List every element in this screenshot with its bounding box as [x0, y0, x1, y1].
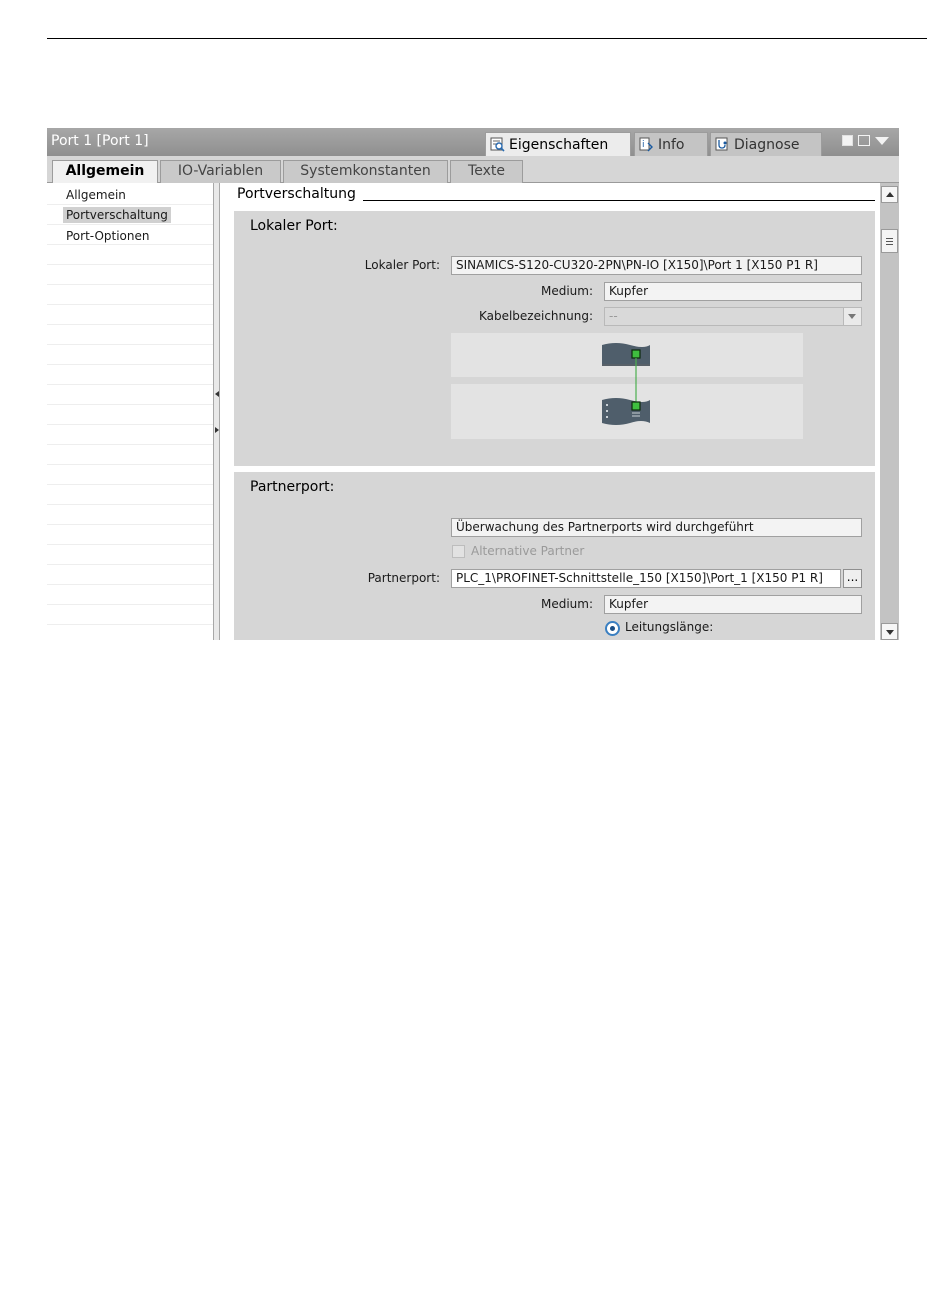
scroll-thumb[interactable] [881, 229, 898, 253]
info-icon: i [639, 137, 654, 152]
tab-allgemein[interactable]: Allgemein [52, 160, 158, 184]
nav-row-divider [47, 364, 213, 365]
partner-port-title: Partnerport: [250, 479, 335, 495]
cable-designation-value: -- [609, 309, 618, 323]
section-title-rule [363, 200, 875, 201]
tab-eigenschaften-label: Eigenschaften [509, 136, 609, 153]
local-port-title: Lokaler Port: [250, 218, 338, 234]
local-medium-field[interactable]: Kupfer [604, 282, 862, 301]
nav-row-divider [47, 424, 213, 425]
partner-medium-field[interactable]: Kupfer [604, 595, 862, 614]
properties-icon [490, 137, 505, 152]
inspector-window: Port 1 [Port 1] Eigenschaften i Info Dia… [47, 128, 899, 640]
scroll-grip [886, 238, 893, 239]
page-top-rule [47, 38, 927, 39]
nav-row-divider [47, 404, 213, 405]
partner-port-label: Partnerport: [367, 571, 440, 585]
port-topology-graphic [602, 343, 650, 425]
cable-length-label: Leitungslänge: [625, 620, 714, 634]
section-title: Portverschaltung [237, 186, 356, 202]
partner-port-field[interactable]: PLC_1\PROFINET-Schnittstelle_150 [X150]\… [451, 569, 841, 588]
tab-info[interactable]: i Info [634, 132, 708, 156]
vertical-scrollbar[interactable] [880, 183, 899, 640]
inspector-title-bar: Port 1 [Port 1] Eigenschaften i Info Dia… [47, 128, 899, 156]
tab-info-label: Info [658, 136, 685, 153]
alternative-partner-checkbox[interactable] [452, 545, 465, 558]
nav-row-divider [47, 444, 213, 445]
nav-row-divider [47, 624, 213, 625]
collapse-down-icon[interactable] [875, 137, 889, 145]
local-port-field[interactable]: SINAMICS-S120-CU320-2PN\PN-IO [X150]\Por… [451, 256, 862, 275]
nav-row-divider [47, 604, 213, 605]
nav-row-divider [47, 464, 213, 465]
nav-row-divider [47, 504, 213, 505]
local-port-group: Lokaler Port: Lokaler Port: SINAMICS-S12… [234, 211, 875, 466]
partner-medium-label: Medium: [540, 597, 593, 611]
nav-row-divider [47, 384, 213, 385]
nav-item-port-optionen[interactable]: Port-Optionen [63, 228, 153, 244]
cable-designation-combo[interactable]: -- [604, 307, 862, 326]
diagnostics-icon [715, 137, 730, 152]
window-controls [842, 135, 889, 146]
browse-partner-button[interactable]: ... [843, 569, 862, 588]
tab-texte[interactable]: Texte [450, 160, 523, 183]
expand-right-icon[interactable] [215, 427, 219, 433]
tab-diagnose-label: Diagnose [734, 136, 800, 153]
svg-text:i: i [642, 140, 645, 150]
tab-systemkonstanten[interactable]: Systemkonstanten [283, 160, 448, 183]
partner-port-group: Partnerport: Überwachung des Partnerport… [234, 472, 875, 640]
tab-diagnose[interactable]: Diagnose [710, 132, 822, 156]
cable-length-radio[interactable] [605, 621, 620, 636]
pane-splitter[interactable] [213, 183, 220, 640]
nav-row-divider [47, 324, 213, 325]
scroll-grip [886, 244, 893, 245]
tab-eigenschaften[interactable]: Eigenschaften [485, 132, 631, 156]
navigation-tree: Allgemein Portverschaltung Port-Optionen [47, 183, 213, 640]
partner-monitoring-field: Überwachung des Partnerports wird durchg… [451, 518, 862, 537]
alternative-partner-label: Alternative Partner [471, 544, 585, 558]
maximize-icon[interactable] [858, 135, 870, 146]
nav-row-divider [47, 304, 213, 305]
nav-row-divider [47, 584, 213, 585]
nav-row-divider [47, 264, 213, 265]
nav-item-portverschaltung[interactable]: Portverschaltung [63, 207, 171, 223]
chevron-down-icon[interactable] [843, 308, 861, 325]
window-title: Port 1 [Port 1] [51, 133, 149, 149]
float-window-icon[interactable] [842, 135, 853, 146]
scroll-grip [886, 241, 893, 242]
local-port-label: Lokaler Port: [364, 258, 440, 272]
scroll-down-icon[interactable] [881, 623, 898, 640]
nav-row-divider [47, 344, 213, 345]
nav-row-divider [47, 484, 213, 485]
properties-content: Portverschaltung Lokaler Port: Lokaler P… [220, 183, 880, 640]
tab-io-variablen[interactable]: IO-Variablen [160, 160, 281, 183]
nav-row-divider [47, 244, 213, 245]
nav-row-divider [47, 564, 213, 565]
nav-row-divider [47, 204, 213, 205]
nav-row-divider [47, 524, 213, 525]
nav-row-divider [47, 284, 213, 285]
main-tab-bar: Allgemein IO-Variablen Systemkonstanten … [47, 156, 899, 184]
nav-row-divider [47, 544, 213, 545]
nav-row-divider [47, 224, 213, 225]
collapse-left-icon[interactable] [215, 391, 219, 397]
cable-designation-label: Kabelbezeichnung: [478, 309, 593, 323]
nav-item-allgemein[interactable]: Allgemein [63, 187, 129, 203]
local-medium-label: Medium: [540, 284, 593, 298]
scroll-up-icon[interactable] [881, 186, 898, 203]
